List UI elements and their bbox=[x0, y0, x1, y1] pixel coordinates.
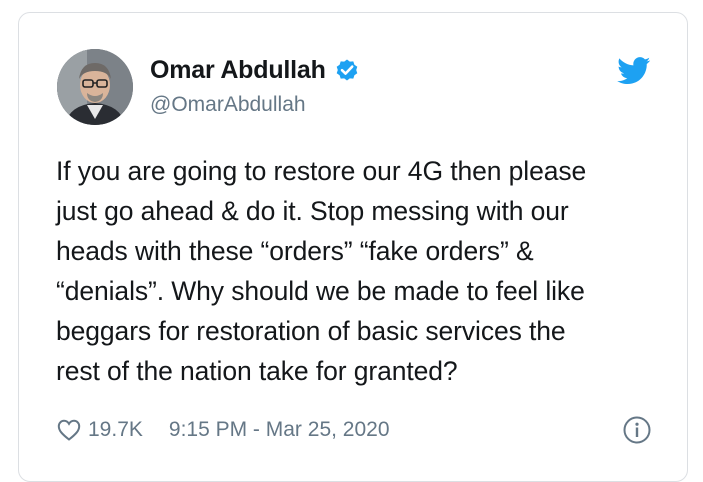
tweet-footer: 19.7K 9:15 PM - Mar 25, 2020 bbox=[57, 415, 390, 445]
author-name-row[interactable]: Omar Abdullah bbox=[150, 53, 360, 87]
heart-icon[interactable] bbox=[57, 419, 81, 441]
user-handle[interactable]: @OmarAbdullah bbox=[150, 93, 306, 117]
tweet-text: If you are going to restore our 4G then … bbox=[56, 156, 587, 386]
tweet-card[interactable]: Omar Abdullah @OmarAbdullah If you are g… bbox=[18, 12, 688, 482]
twitter-bird-icon[interactable] bbox=[617, 57, 651, 85]
verified-badge-icon bbox=[334, 57, 360, 83]
like-count[interactable]: 19.7K bbox=[88, 418, 143, 442]
info-icon[interactable] bbox=[622, 415, 652, 445]
tweet-timestamp[interactable]: 9:15 PM - Mar 25, 2020 bbox=[169, 418, 390, 442]
avatar[interactable] bbox=[57, 49, 133, 125]
display-name[interactable]: Omar Abdullah bbox=[150, 56, 326, 85]
